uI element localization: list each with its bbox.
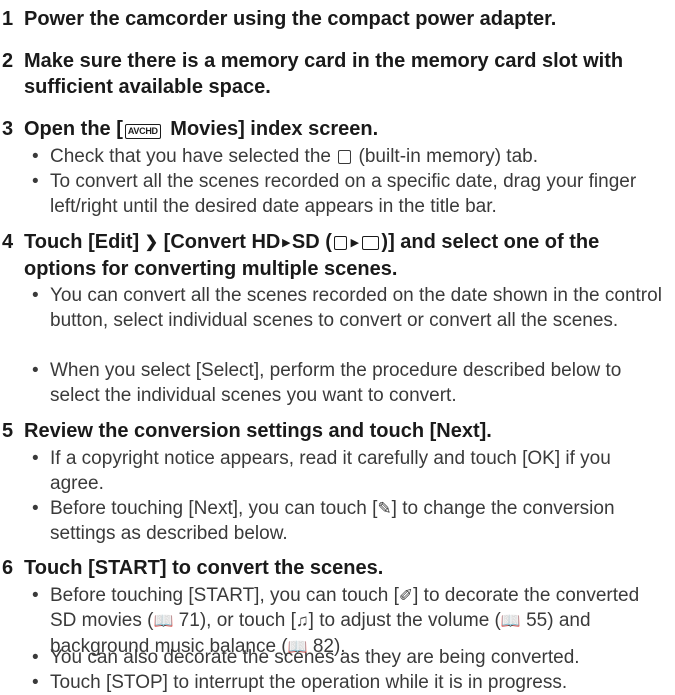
step-text: Touch [START] to convert the scenes. xyxy=(24,557,384,579)
step-text: Make sure there is a memory card in the … xyxy=(24,50,624,98)
avchd-icon: AVCHD xyxy=(124,124,161,139)
step-6: 6 Touch [START] to convert the scenes. xyxy=(0,555,665,581)
page-reference-icon: 📖 xyxy=(153,613,174,630)
step-number: 4 xyxy=(2,231,14,253)
next-arrow-icon: ❯ xyxy=(144,234,159,251)
step-text: Open the [AVCHD Movies] index screen. xyxy=(24,118,379,140)
page-reference-icon: 📖 xyxy=(500,613,521,630)
bullet-dot: • xyxy=(32,171,39,192)
step-number: 3 xyxy=(2,118,14,140)
step-5-bullet-1: • If a copyright notice appears, read it… xyxy=(32,448,611,494)
step-2: 2 Make sure there is a memory card in th… xyxy=(0,48,665,100)
bullet-dot: • xyxy=(32,285,39,306)
built-in-memory-icon xyxy=(338,150,352,164)
decorate-icon: ✐ xyxy=(398,586,414,605)
bullet-dot: • xyxy=(32,146,39,167)
step-text: Touch [Edit] ❯ [Convert HD ▸ SD (▸)] and s… xyxy=(24,231,600,280)
music-balance-icon: ♫ xyxy=(295,611,309,630)
step-5: 5 Review the conversion settings and tou… xyxy=(0,418,665,444)
bullet-dot: • xyxy=(32,585,39,606)
step-4-bullet-2: • When you select [Select], perform the … xyxy=(32,360,622,406)
sd-card-icon xyxy=(362,236,380,250)
step-5-bullet-2: • Before touching [Next], you can touch … xyxy=(32,498,615,544)
built-in-memory-icon xyxy=(333,236,347,250)
step-4-bullet-1: • You can convert all the scenes recorde… xyxy=(32,285,662,331)
bullet-dot: • xyxy=(32,360,39,381)
step-6-bullet-2: • You can also decorate the scenes as th… xyxy=(32,647,580,668)
manual-page: 1 Power the camcorder using the compact … xyxy=(0,0,675,695)
step-1: 1 Power the camcorder using the compact … xyxy=(0,6,665,32)
bullet-dot: • xyxy=(32,672,39,693)
step-6-bullet-3: • Touch [STOP] to interrupt the operatio… xyxy=(32,672,568,693)
arrow-icon: ▸ xyxy=(350,234,359,251)
step-number: 2 xyxy=(2,50,14,72)
step-number: 6 xyxy=(2,557,14,579)
bullet-dot: • xyxy=(32,498,39,519)
bullet-dot: • xyxy=(32,647,39,668)
arrow-icon: ▸ xyxy=(282,234,290,251)
step-number: 5 xyxy=(2,420,14,442)
step-text: Power the camcorder using the compact po… xyxy=(24,8,557,30)
step-4: 4 Touch [Edit] ❯ [Convert HD ▸ SD (▸)] and… xyxy=(0,229,665,282)
bullet-dot: • xyxy=(32,448,39,469)
settings-wrench-icon: ✎ xyxy=(377,499,392,518)
step-3-bullet-2: • To convert all the scenes recorded on … xyxy=(32,171,637,217)
step-number: 1 xyxy=(2,8,14,30)
step-3: 3 Open the [AVCHD Movies] index screen. xyxy=(0,116,665,142)
step-text: Review the conversion settings and touch… xyxy=(24,420,492,442)
step-3-bullet-1: • Check that you have selected the (buil… xyxy=(32,146,539,167)
